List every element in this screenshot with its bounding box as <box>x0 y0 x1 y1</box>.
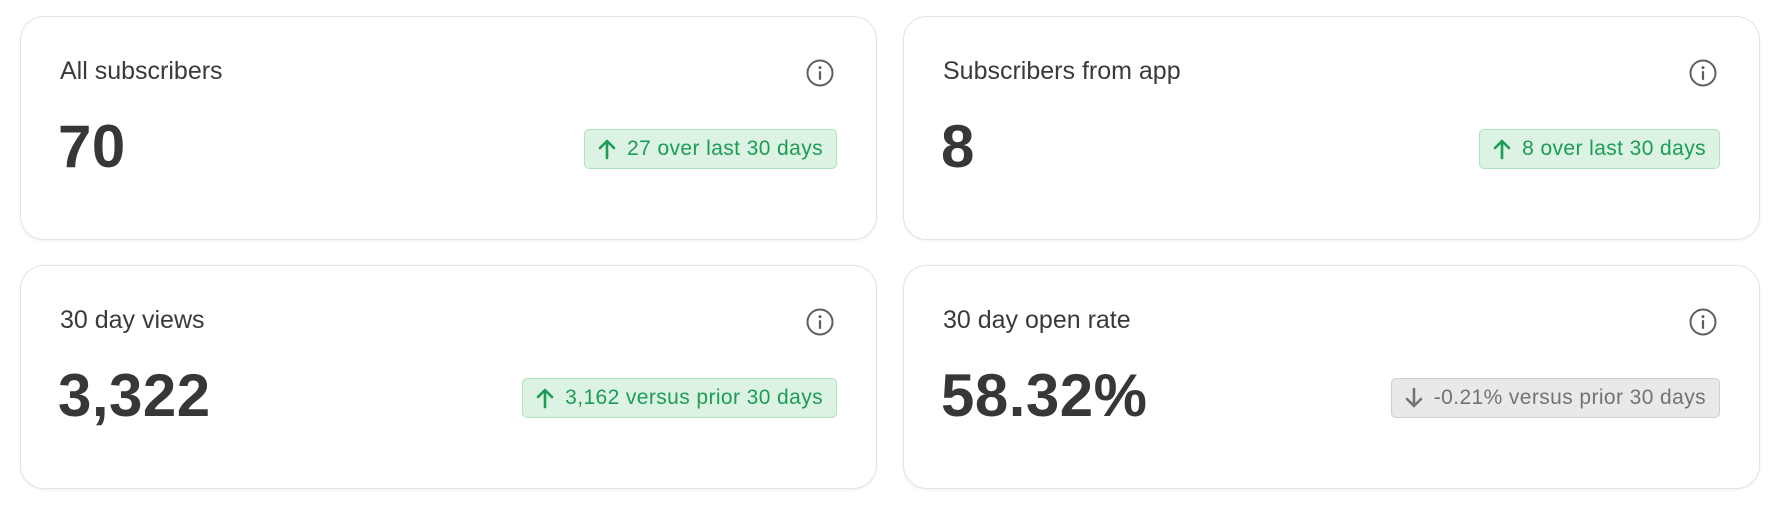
trend-badge: 3,162 versus prior 30 days <box>522 378 837 418</box>
trend-badge: 8 over last 30 days <box>1479 129 1720 169</box>
trend-badge-text: 27 over last 30 days <box>627 137 823 160</box>
stats-grid: All subscribers 70 27 over last 30 days … <box>20 16 1762 489</box>
stat-card-subscribers-from-app: Subscribers from app 8 8 over last 30 da… <box>903 16 1760 240</box>
trend-badge-text: -0.21% versus prior 30 days <box>1433 386 1706 409</box>
trend-badge: 27 over last 30 days <box>584 129 837 169</box>
trend-badge-text: 8 over last 30 days <box>1522 137 1706 160</box>
arrow-down-icon <box>1404 387 1424 409</box>
info-icon[interactable] <box>805 58 835 88</box>
arrow-up-icon <box>597 138 617 160</box>
arrow-up-icon <box>1492 138 1512 160</box>
card-value: 70 <box>58 113 126 180</box>
card-title: 30 day views <box>60 306 205 334</box>
info-icon[interactable] <box>805 307 835 337</box>
card-value: 3,322 <box>58 362 211 429</box>
info-icon[interactable] <box>1688 58 1718 88</box>
trend-badge: -0.21% versus prior 30 days <box>1390 378 1720 418</box>
card-title: 30 day open rate <box>943 306 1131 334</box>
stat-card-all-subscribers: All subscribers 70 27 over last 30 days <box>20 16 877 240</box>
stat-card-30-day-views: 30 day views 3,322 3,162 versus prior 30… <box>20 265 877 489</box>
card-value: 58.32% <box>941 362 1148 429</box>
card-title: All subscribers <box>60 57 223 85</box>
trend-badge-text: 3,162 versus prior 30 days <box>565 386 823 409</box>
arrow-up-icon <box>535 387 555 409</box>
info-icon[interactable] <box>1688 307 1718 337</box>
card-title: Subscribers from app <box>943 57 1181 85</box>
card-value: 8 <box>941 113 975 180</box>
stat-card-30-day-open-rate: 30 day open rate 58.32% -0.21% versus pr… <box>903 265 1760 489</box>
